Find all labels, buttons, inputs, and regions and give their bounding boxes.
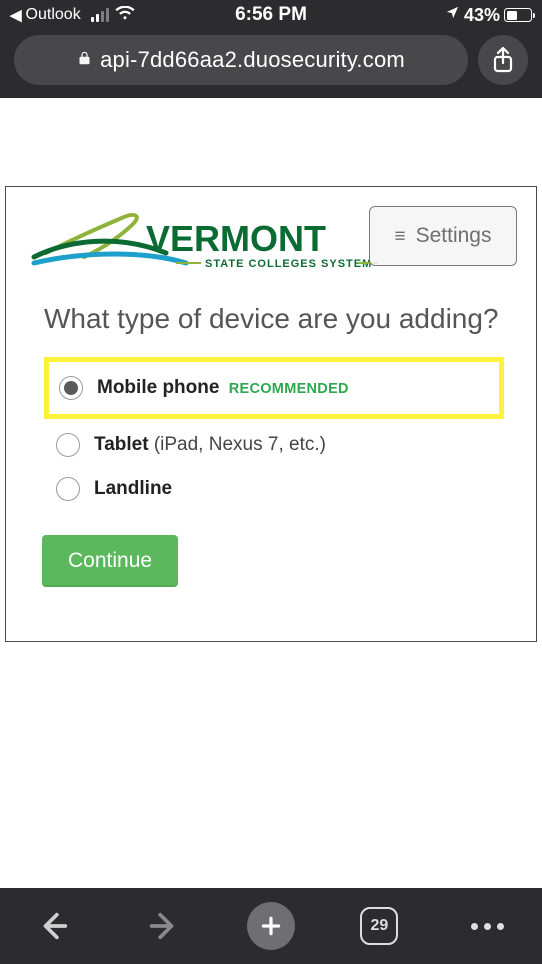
option-landline-label: Landline xyxy=(94,478,172,500)
radio-landline[interactable] xyxy=(56,477,80,501)
recommended-badge: RECOMMENDED xyxy=(229,381,349,397)
duo-enrollment-frame: VERMONT STATE COLLEGES SYSTEM ≡ Settings… xyxy=(5,186,537,642)
battery-icon xyxy=(504,8,532,22)
battery-percent: 43% xyxy=(464,5,500,26)
plus-circle-icon xyxy=(247,902,295,950)
option-tablet-label: Tablet (iPad, Nexus 7, etc.) xyxy=(94,434,326,456)
share-icon xyxy=(491,46,515,74)
ios-status-bar: ◀ Outlook 6:56 PM 43% xyxy=(0,0,542,30)
battery-fill xyxy=(507,11,517,20)
menu-button[interactable] xyxy=(458,896,518,956)
safari-bottom-toolbar: 29 xyxy=(0,888,542,964)
svg-text:VERMONT: VERMONT xyxy=(146,218,326,259)
ellipsis-icon xyxy=(471,923,504,930)
vermont-state-colleges-logo: VERMONT STATE COLLEGES SYSTEM xyxy=(26,207,386,277)
option-mobile-phone[interactable]: Mobile phone RECOMMENDED xyxy=(44,357,504,419)
safari-url-bar-area: api-7dd66aa2.duosecurity.com xyxy=(0,30,542,98)
option-tablet[interactable]: Tablet (iPad, Nexus 7, etc.) xyxy=(48,425,500,465)
back-button[interactable] xyxy=(24,896,84,956)
settings-label: Settings xyxy=(416,224,492,248)
page-viewport: VERMONT STATE COLLEGES SYSTEM ≡ Settings… xyxy=(0,98,542,888)
header-row: VERMONT STATE COLLEGES SYSTEM ≡ Settings xyxy=(26,207,516,275)
url-host: api-7dd66aa2.duosecurity.com xyxy=(100,47,405,73)
question-heading: What type of device are you adding? xyxy=(44,301,500,337)
enrollment-card: What type of device are you adding? Mobi… xyxy=(26,277,516,615)
new-tab-button[interactable] xyxy=(241,896,301,956)
settings-button[interactable]: ≡ Settings xyxy=(369,206,517,266)
tabs-count-badge: 29 xyxy=(360,907,398,945)
url-pill[interactable]: api-7dd66aa2.duosecurity.com xyxy=(14,35,468,85)
hamburger-icon: ≡ xyxy=(395,227,406,246)
device-type-options: Mobile phone RECOMMENDED Tablet (iPad, N… xyxy=(42,361,500,509)
status-right-cluster: 43% xyxy=(445,5,532,26)
lock-icon xyxy=(77,49,92,72)
svg-text:STATE COLLEGES SYSTEM: STATE COLLEGES SYSTEM xyxy=(205,258,372,270)
radio-tablet[interactable] xyxy=(56,433,80,457)
option-mobile-phone-label: Mobile phone RECOMMENDED xyxy=(97,377,349,399)
location-services-icon xyxy=(445,5,460,25)
continue-button[interactable]: Continue xyxy=(42,535,178,587)
arrow-left-icon xyxy=(37,909,71,943)
forward-button[interactable] xyxy=(133,896,193,956)
tabs-button[interactable]: 29 xyxy=(349,896,409,956)
share-button[interactable] xyxy=(478,35,528,85)
option-landline[interactable]: Landline xyxy=(48,469,500,509)
radio-mobile-phone[interactable] xyxy=(59,376,83,400)
arrow-right-icon xyxy=(146,909,180,943)
